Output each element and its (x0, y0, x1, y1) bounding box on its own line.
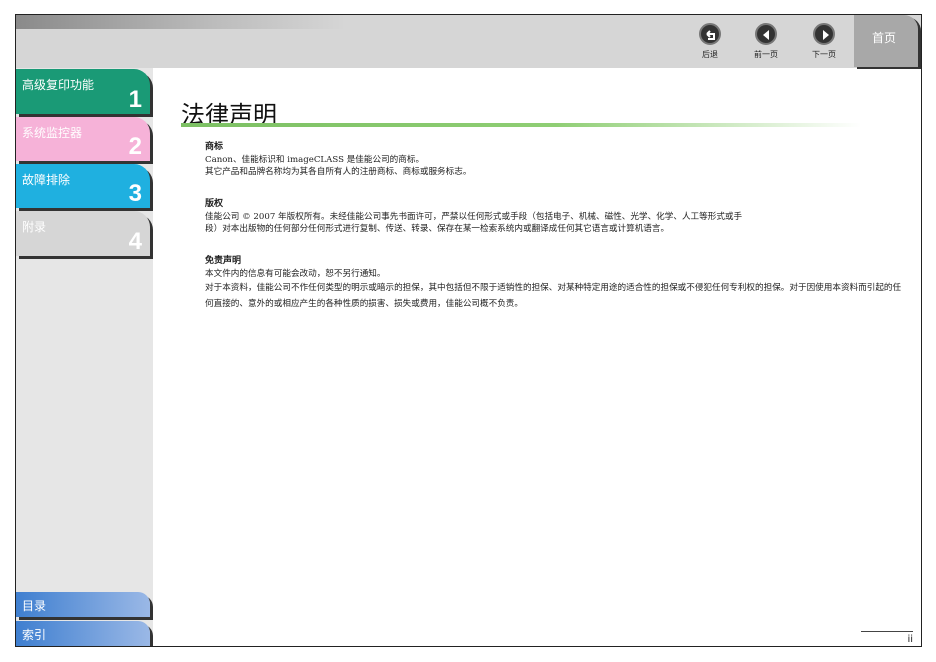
trademark-section: 商标 Canon、佳能标识和 imageCLASS 是佳能公司的商标。 其它产品… (205, 141, 905, 178)
tab-label: 系统监控器 (22, 126, 83, 140)
page-frame: 后退 前一页 下一页 首页 高级复印功能 1 系统监控器 2 故障排除 3 附录 4 目… (15, 14, 922, 647)
tab-number: 3 (128, 180, 142, 207)
arrow-left-icon (755, 23, 777, 45)
tab-number: 1 (128, 86, 142, 113)
tab-number: 2 (128, 133, 142, 160)
sidebar-tab-troubleshooting[interactable]: 故障排除 3 (16, 164, 150, 208)
tab-number: 4 (128, 228, 142, 255)
back-label: 后退 (702, 50, 718, 59)
disclaimer-section: 免责声明 本文件内的信息有可能会改动，恕不另行通知。 对于本资料，佳能公司不作任… (205, 255, 905, 312)
sidebar-tab-system-monitor[interactable]: 系统监控器 2 (16, 117, 150, 161)
legal-content: 商标 Canon、佳能标识和 imageCLASS 是佳能公司的商标。 其它产品… (205, 141, 905, 332)
prev-page-label: 前一页 (754, 50, 778, 59)
sidebar: 高级复印功能 1 系统监控器 2 故障排除 3 附录 4 目录 索引 (16, 68, 153, 646)
paragraph: 段）对本出版物的任何部分任何形式进行复制、传送、转录、保存在某一检索系统内或翻译… (205, 224, 670, 234)
tab-label: 附录 (22, 220, 47, 234)
index-button[interactable]: 索引 (16, 621, 150, 646)
copyright-section: 版权 佳能公司 © 2007 年版权所有。未经佳能公司事先书面许可，严禁以任何形… (205, 198, 905, 235)
paragraph: 对于本资料，佳能公司不作任何类型的明示或暗示的担保，其中包括但不限于适销性的担保… (205, 283, 902, 309)
tab-label: 高级复印功能 (22, 78, 95, 92)
page-number: ii (861, 631, 913, 645)
paragraph: 其它产品和品牌名称均为其各自所有人的注册商标、商标或服务标志。 (205, 167, 472, 177)
section-heading: 商标 (205, 142, 224, 152)
header-strip (16, 15, 346, 29)
back-icon (699, 23, 721, 45)
prev-page-button[interactable]: 前一页 (744, 23, 788, 60)
tab-label: 故障排除 (22, 173, 71, 187)
next-page-label: 下一页 (812, 50, 836, 59)
contents-button[interactable]: 目录 (16, 592, 150, 617)
paragraph: 佳能公司 © 2007 年版权所有。未经佳能公司事先书面许可，严禁以任何形式或手… (205, 212, 743, 222)
section-heading: 免责声明 (205, 256, 242, 266)
arrow-right-icon (813, 23, 835, 45)
next-page-button[interactable]: 下一页 (802, 23, 846, 60)
sidebar-tab-advanced-copy[interactable]: 高级复印功能 1 (16, 69, 150, 114)
paragraph: Canon、佳能标识和 imageCLASS 是佳能公司的商标。 (205, 155, 425, 165)
title-underline (181, 123, 861, 127)
back-button[interactable]: 后退 (688, 23, 732, 60)
home-button[interactable]: 首页 (854, 15, 918, 67)
paragraph: 本文件内的信息有可能会改动，恕不另行通知。 (205, 269, 386, 279)
section-heading: 版权 (205, 199, 224, 209)
header: 后退 前一页 下一页 首页 (16, 15, 921, 68)
sidebar-tab-appendix[interactable]: 附录 4 (16, 211, 150, 256)
